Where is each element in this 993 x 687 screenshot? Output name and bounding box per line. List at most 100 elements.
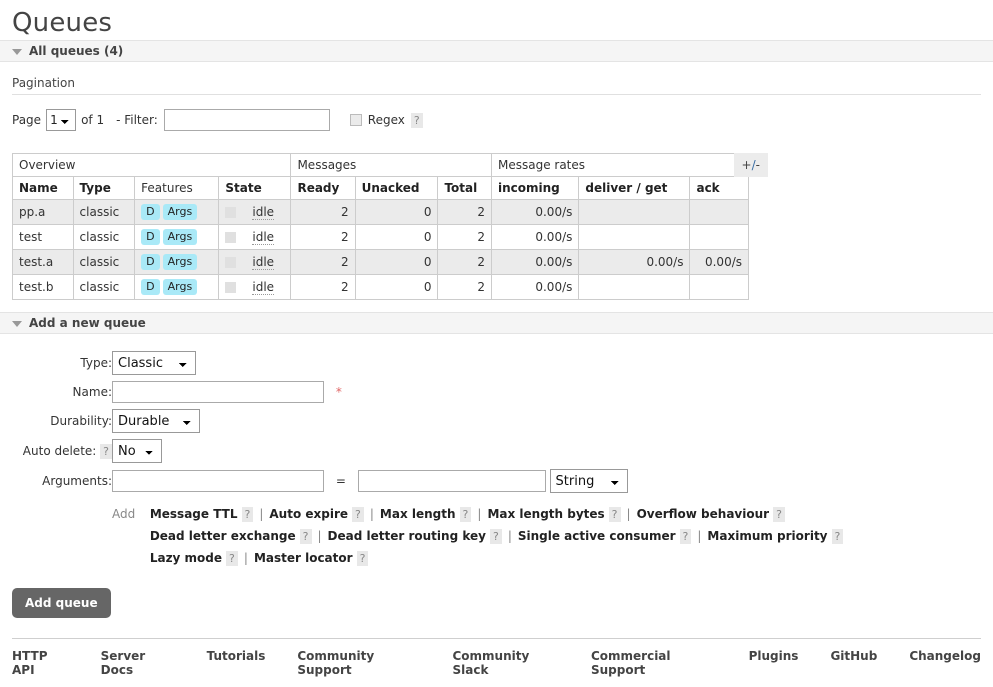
- cell-queue-features: D Args: [134, 249, 220, 275]
- form-row-durability: Durability: Durable: [0, 406, 843, 436]
- args-badge[interactable]: Args: [162, 204, 198, 220]
- argument-preset-link[interactable]: Auto expire: [269, 507, 348, 521]
- cell-unacked: 0: [354, 224, 439, 250]
- argument-type-select[interactable]: String: [549, 469, 628, 493]
- argument-preset-link[interactable]: Lazy mode: [150, 551, 222, 565]
- cell-total: 2: [437, 224, 492, 250]
- argument-preset-help-icon[interactable]: ?: [226, 551, 238, 566]
- regex-label: Regex: [367, 113, 405, 127]
- column-header-ready[interactable]: Ready: [290, 176, 356, 200]
- state-text[interactable]: idle: [252, 280, 275, 296]
- state-text[interactable]: idle: [252, 255, 275, 271]
- argument-preset-help-icon[interactable]: ?: [356, 551, 369, 566]
- cell-ready: 2: [290, 274, 356, 300]
- argument-presets-cell: Add Message TTL? | Auto expire? | Max length…: [112, 496, 844, 572]
- argument-preset-link[interactable]: Dead letter exchange: [150, 529, 296, 543]
- argument-preset-link[interactable]: Overflow behaviour: [637, 507, 770, 521]
- argument-preset-help-icon[interactable]: ?: [489, 529, 502, 544]
- argument-preset-help-icon[interactable]: ?: [831, 529, 844, 544]
- cell-queue-name[interactable]: test.b: [12, 274, 74, 300]
- cell-unacked: 0: [354, 249, 439, 275]
- column-header-unacked[interactable]: Unacked: [354, 176, 439, 200]
- argument-preset-link[interactable]: Maximum priority: [707, 529, 827, 543]
- argument-preset-link[interactable]: Max length: [380, 507, 456, 521]
- argument-preset-help-icon[interactable]: ?: [773, 507, 785, 522]
- argument-preset-link[interactable]: Master locator: [254, 551, 353, 565]
- toggle-columns-button[interactable]: +/-: [733, 153, 768, 177]
- add-queue-section-toggle[interactable]: Add a new queue: [0, 312, 993, 334]
- args-badge[interactable]: Args: [162, 279, 198, 295]
- form-row-auto-delete: Auto delete: ? No: [0, 436, 843, 466]
- auto-delete-help-icon[interactable]: ?: [100, 443, 112, 459]
- footer-link[interactable]: Community Slack: [453, 649, 530, 677]
- column-header-ack[interactable]: ack: [689, 176, 749, 200]
- queue-name-input[interactable]: [112, 381, 324, 403]
- argument-preset-link[interactable]: Dead letter routing key: [328, 529, 486, 543]
- argument-key-input[interactable]: [112, 469, 324, 492]
- argument-preset-link[interactable]: Single active consumer: [518, 529, 676, 543]
- page-select[interactable]: 1: [46, 109, 77, 131]
- footer-link[interactable]: Community Support: [297, 649, 374, 677]
- arguments-cell: = String: [112, 466, 843, 496]
- argument-preset-link[interactable]: Message TTL: [150, 507, 238, 521]
- page-label: Page: [12, 113, 42, 127]
- durability-select[interactable]: Durable: [112, 409, 200, 433]
- argument-value-input[interactable]: [357, 469, 546, 492]
- argument-preset-help-icon[interactable]: ?: [241, 507, 254, 522]
- footer-link[interactable]: Commercial Support: [591, 649, 671, 677]
- argument-preset-help-icon[interactable]: ?: [679, 529, 692, 544]
- cell-queue-type: classic: [72, 249, 136, 275]
- argument-preset-link[interactable]: Max length bytes: [487, 507, 604, 521]
- durable-badge[interactable]: D: [141, 204, 160, 220]
- durability-cell: Durable: [112, 406, 843, 436]
- cell-ready: 2: [290, 199, 356, 225]
- footer-link[interactable]: GitHub: [830, 649, 877, 663]
- column-header-state[interactable]: State: [218, 176, 292, 200]
- state-text[interactable]: idle: [252, 230, 275, 246]
- cell-queue-name[interactable]: test.a: [12, 249, 74, 275]
- footer-link[interactable]: Changelog: [909, 649, 981, 663]
- column-header-name[interactable]: Name: [12, 176, 74, 200]
- column-header-deliver-get[interactable]: deliver / get: [578, 176, 691, 200]
- form-row-name: Name: *: [0, 378, 843, 406]
- column-header-incoming[interactable]: incoming: [490, 176, 580, 200]
- auto-delete-select[interactable]: No: [112, 439, 162, 463]
- filter-input[interactable]: [163, 109, 330, 131]
- durable-badge[interactable]: D: [141, 254, 160, 270]
- argument-preset-row: Lazy mode? | Master locator?: [150, 547, 844, 569]
- argument-preset-help-icon[interactable]: ?: [299, 529, 312, 544]
- regex-help-icon[interactable]: ?: [410, 112, 423, 128]
- auto-delete-label-cell: Auto delete: ?: [0, 436, 112, 466]
- cell-queue-state: idle: [218, 224, 292, 250]
- cell-queue-name[interactable]: pp.a: [12, 199, 74, 225]
- footer-link[interactable]: Plugins: [749, 649, 799, 663]
- all-queues-section-toggle[interactable]: All queues (4): [0, 40, 993, 62]
- add-queue-button[interactable]: Add queue: [12, 588, 111, 618]
- cell-ack: [689, 199, 749, 225]
- args-badge[interactable]: Args: [162, 229, 198, 245]
- type-select[interactable]: Classic: [112, 351, 196, 375]
- column-header-type[interactable]: Type: [72, 176, 136, 200]
- cell-queue-name[interactable]: test: [12, 224, 74, 250]
- argument-preset-help-icon[interactable]: ?: [608, 507, 621, 522]
- cell-queue-state: idle: [218, 199, 292, 225]
- footer-link-item: HTTP API: [12, 649, 69, 677]
- argument-preset-help-icon[interactable]: ?: [352, 507, 364, 522]
- footer-link[interactable]: Tutorials: [207, 649, 266, 663]
- column-header-total[interactable]: Total: [437, 176, 492, 200]
- argument-presets-spacer: [0, 496, 112, 572]
- footer-link-item: GitHub: [830, 649, 877, 677]
- footer-link[interactable]: HTTP API: [12, 649, 47, 677]
- page-title: Queues: [12, 8, 113, 38]
- durable-badge[interactable]: D: [141, 279, 160, 295]
- footer-link-item: Commercial Support: [591, 649, 717, 677]
- add-argument-label: Add: [112, 507, 136, 521]
- regex-checkbox[interactable]: [349, 114, 362, 126]
- args-badge[interactable]: Args: [162, 254, 198, 270]
- footer-link-item: Server Docs: [101, 649, 175, 677]
- durable-badge[interactable]: D: [141, 229, 160, 245]
- argument-preset-help-icon[interactable]: ?: [459, 507, 472, 522]
- cell-unacked: 0: [354, 199, 439, 225]
- footer-link[interactable]: Server Docs: [101, 649, 146, 677]
- state-text[interactable]: idle: [252, 205, 275, 221]
